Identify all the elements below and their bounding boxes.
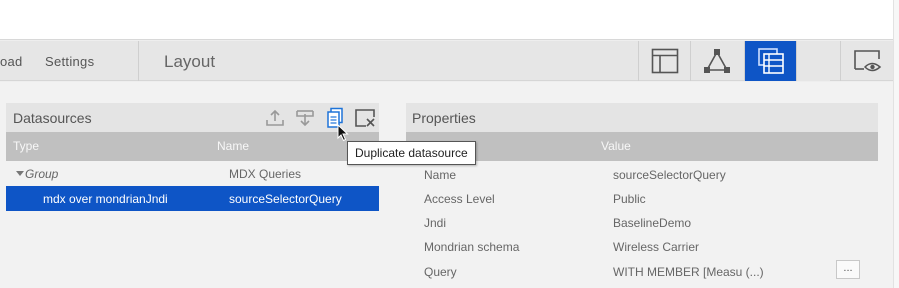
mouse-cursor-icon: [337, 124, 349, 142]
delete-icon: [355, 109, 375, 127]
group-type: Group: [25, 167, 59, 181]
menu-bar: oad Settings Layout: [0, 41, 893, 81]
property-name: Name: [424, 168, 457, 182]
datasources-view-button[interactable]: [744, 41, 796, 81]
property-value[interactable]: sourceSelectorQuery: [613, 168, 726, 182]
delete-datasource-button[interactable]: [353, 106, 377, 130]
datasources-title: Datasources: [13, 110, 92, 126]
property-row[interactable]: Access Level Public: [406, 187, 878, 211]
page-title: Layout: [164, 52, 216, 71]
components-view-button[interactable]: [690, 41, 742, 81]
scrollbar-strip: [893, 0, 899, 288]
properties-panel-header: Properties: [406, 103, 878, 132]
menu-item-load[interactable]: oad: [0, 54, 23, 69]
properties-title: Properties: [412, 110, 476, 126]
property-name: Mondrian schema: [424, 240, 520, 254]
datasource-type: mdx over mondrianJndi: [43, 192, 168, 206]
group-name: MDX Queries: [229, 167, 302, 181]
property-row[interactable]: Query WITH MEMBER [Measu (...) ...: [406, 260, 878, 284]
property-row[interactable]: Mondrian schema Wireless Carrier: [406, 235, 878, 259]
property-value[interactable]: Public: [613, 192, 646, 206]
top-bar: [0, 0, 893, 40]
column-type: Type: [13, 139, 40, 153]
preview-eye-icon: [853, 50, 881, 72]
column-name: Name: [217, 139, 250, 153]
export-icon: [266, 109, 284, 126]
menu-divider: [138, 41, 139, 81]
tooltip: Duplicate datasource: [347, 141, 476, 165]
import-datasource-button[interactable]: [293, 106, 317, 130]
network-diagram-icon: [703, 49, 730, 73]
property-name: Query: [424, 265, 457, 279]
property-row[interactable]: Jndi BaselineDemo: [406, 211, 878, 235]
edit-query-button[interactable]: ...: [836, 260, 860, 279]
property-value[interactable]: BaselineDemo: [613, 216, 691, 230]
property-row[interactable]: Name sourceSelectorQuery: [406, 163, 878, 187]
import-icon: [296, 110, 314, 127]
properties-column-header: Value: [406, 132, 878, 161]
menu-item-settings[interactable]: Settings: [45, 54, 94, 69]
datasource-group-row[interactable]: Group MDX Queries: [6, 161, 379, 186]
property-name: Jndi: [424, 216, 447, 230]
layout-view-button[interactable]: [638, 41, 690, 81]
datasource-row-selected[interactable]: mdx over mondrianJndi sourceSelectorQuer…: [6, 186, 379, 211]
export-datasource-button[interactable]: [263, 106, 287, 130]
datasource-name: sourceSelectorQuery: [229, 192, 342, 206]
property-name: Access Level: [424, 192, 495, 206]
column-value: Value: [601, 139, 631, 153]
datasources-icon: [757, 48, 784, 74]
toolbar-spacer: [796, 41, 830, 81]
collapse-caret-icon[interactable]: [16, 171, 24, 176]
property-value[interactable]: Wireless Carrier: [613, 240, 699, 254]
preview-button[interactable]: [840, 41, 892, 81]
datasources-column-header: Type Name: [6, 132, 379, 161]
property-value[interactable]: WITH MEMBER [Measu (...): [613, 265, 764, 279]
layout-panels-icon: [651, 48, 678, 74]
